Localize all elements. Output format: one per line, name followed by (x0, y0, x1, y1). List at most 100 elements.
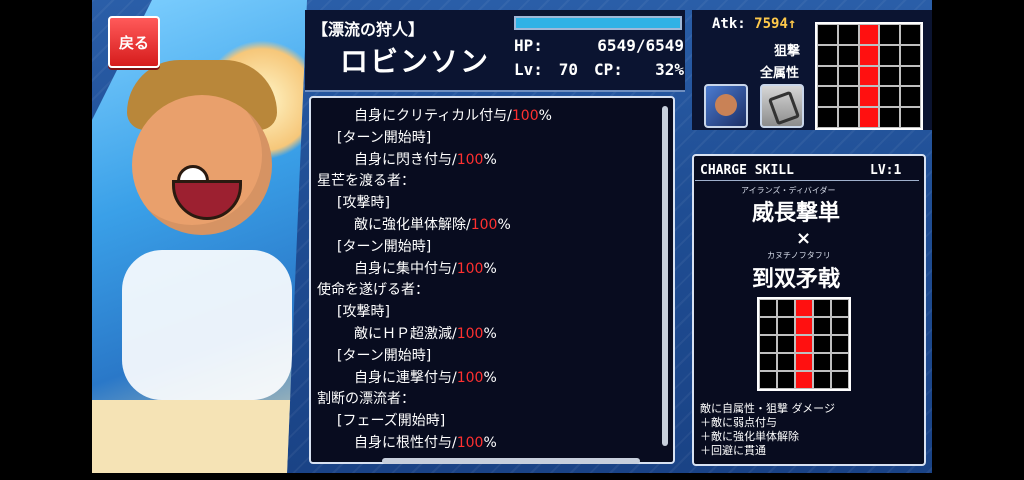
cp-value: 32% (655, 60, 684, 79)
skill-unit: % (483, 325, 497, 342)
range-cell (831, 335, 849, 353)
skill-line: 敵に強化単体解除/100% (317, 215, 652, 237)
character-title: 【漂流の狩人】 (312, 20, 425, 39)
range-cell (813, 299, 831, 317)
rifle-weapon-icon[interactable] (760, 84, 804, 128)
range-cell-active (795, 335, 813, 353)
skill-unit: % (483, 434, 497, 451)
art-panel (92, 0, 307, 473)
skill-line: 敵にＨＰ超激減/100% (317, 324, 652, 346)
charge-range-grid (757, 297, 851, 391)
range-cell (817, 107, 838, 128)
range-cell (900, 86, 921, 108)
skill-line: [フェーズ開始時] (317, 411, 652, 433)
range-grid (815, 22, 923, 130)
skill-line: 自身にクリティカル付与/100% (317, 106, 652, 128)
range-cell (813, 335, 831, 353)
range-cell (817, 86, 838, 108)
skill-text: 敵にＨＰ超激減/ (354, 325, 457, 342)
range-cell (817, 65, 838, 87)
range-cell (837, 65, 859, 87)
range-cell-active (795, 371, 813, 389)
range-cell (831, 371, 849, 389)
skill-value: 100 (511, 108, 539, 124)
range-cell (759, 371, 777, 389)
skill-text: [フェーズ開始時] (337, 413, 446, 430)
character-name: ロビンソン (340, 45, 491, 78)
charge-skill-header: CHARGE SKILL (700, 163, 794, 178)
skill-value: 100 (456, 325, 484, 342)
range-cell (777, 335, 795, 353)
skill-text: 星芒を渡る者： (317, 173, 415, 190)
range-cell (817, 24, 838, 45)
range-cell (837, 44, 859, 66)
charge-skill-level: LV:1 (870, 163, 902, 178)
skill-lines: 自身にクリティカル付与/100% [ターン開始時] 自身に閃き付与/100% 星芒を渡… (317, 106, 652, 455)
skill-unit: % (538, 108, 552, 124)
skill-value: 100 (470, 216, 498, 233)
character-portrait-icon[interactable] (704, 84, 748, 128)
range-cell (837, 107, 859, 128)
skill-value: 100 (456, 260, 484, 277)
range-cell (817, 44, 838, 66)
horizontal-scrollbar[interactable] (382, 458, 640, 464)
atk-value: 7594↑ (754, 16, 797, 32)
skill-unit: % (483, 369, 497, 386)
range-cell (900, 44, 921, 66)
atk-stat: Atk: 7594↑ (712, 16, 796, 32)
skill-unit: % (483, 151, 497, 168)
range-cell-active (795, 353, 813, 371)
skill-line: [ターン開始時] (317, 128, 652, 150)
charge-desc-line-2: ＋敵に弱点付与 (700, 416, 777, 429)
skill-text: 敵に強化単体解除/ (354, 216, 471, 233)
range-cell (777, 299, 795, 317)
skill-line: 自身に集中付与/100% (317, 259, 652, 281)
charge-desc-line-1: 敵に自属性・狙撃 ダメージ (700, 402, 835, 415)
range-cell (879, 24, 901, 45)
lv-value: 70 (558, 60, 578, 79)
skill-text: [ターン開始時] (337, 238, 432, 255)
skill-line: 自身に連撃付与/100% (317, 368, 652, 390)
hp-value: 6549/6549 (597, 36, 684, 55)
range-cell (837, 86, 859, 108)
character-art (92, 0, 307, 473)
skill-combine-mark: × (796, 228, 812, 249)
skill-line: 割断の漂流者： (317, 389, 652, 411)
range-cell (813, 317, 831, 335)
skill-line: [ターン開始時] (317, 346, 652, 368)
beach-sand (92, 400, 307, 473)
range-cell (759, 335, 777, 353)
back-button[interactable]: 戻る (108, 16, 160, 68)
skill-line: [攻撃時] (317, 193, 652, 215)
skill-value: 100 (456, 369, 484, 386)
range-cell (831, 299, 849, 317)
range-cell (879, 65, 901, 87)
vertical-scrollbar[interactable] (662, 106, 668, 446)
range-cell (879, 44, 901, 66)
range-cell (831, 317, 849, 335)
hp-label: HP: (514, 36, 543, 55)
range-cell (837, 24, 859, 45)
skill-text: [ターン開始時] (337, 347, 432, 364)
skill-text: 割断の漂流者： (317, 391, 415, 408)
range-cell-active (795, 299, 813, 317)
skill-line: 星芒を渡る者： (317, 171, 652, 193)
skill-line: 使命を遂げる者： (317, 280, 652, 302)
skill-text: [ターン開始時] (337, 129, 432, 146)
range-cell (777, 371, 795, 389)
skill-line: 自身に根性付与/100% (317, 433, 652, 455)
range-cell-active (858, 44, 880, 66)
skill-list-panel[interactable]: 自身にクリティカル付与/100% [ターン開始時] 自身に閃き付与/100% 星芒を渡… (309, 96, 675, 464)
range-cell (831, 353, 849, 371)
skill-text: 自身にクリティカル付与/ (354, 108, 512, 124)
cp-label: CP: (594, 60, 623, 79)
skill-unit: % (483, 260, 497, 277)
skill-text: 自身に連撃付与/ (354, 369, 457, 386)
hp-bar-fill (516, 18, 680, 28)
skill-value: 100 (456, 434, 484, 451)
range-cell (900, 65, 921, 87)
range-cell-active (858, 86, 880, 108)
skill-text: 使命を遂げる者： (317, 282, 429, 299)
range-cell-active (858, 24, 880, 45)
range-cell (777, 317, 795, 335)
